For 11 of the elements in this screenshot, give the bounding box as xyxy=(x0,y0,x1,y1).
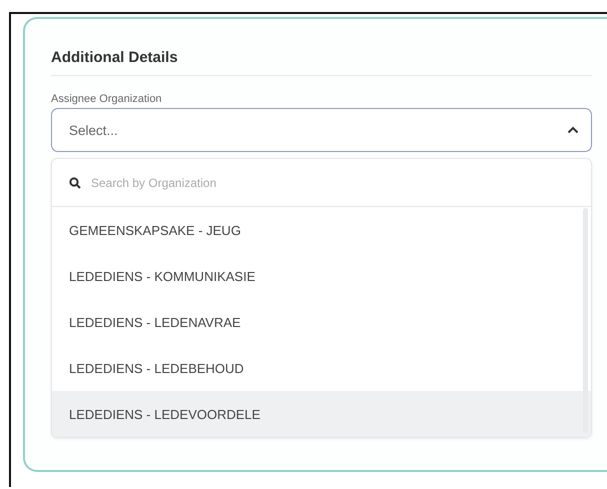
dropdown-option[interactable]: LEDEDIENS - LEDENAVRAE xyxy=(52,299,591,345)
search-icon xyxy=(69,176,81,188)
organization-select[interactable]: Select... xyxy=(51,108,592,152)
caret-icon xyxy=(567,126,579,134)
section-title: Additional Details xyxy=(51,48,179,68)
dropdown-option[interactable]: LEDEDIENS - KOMMUNIKASIE xyxy=(52,253,591,299)
dropdown-option[interactable]: GEMEENSKAPSAKE - JEUG xyxy=(52,207,591,253)
scrollbar[interactable] xyxy=(583,208,588,433)
dropdown-option[interactable]: LEDEDIENS - LEDEVOORDELE xyxy=(52,391,591,437)
dropdown-option[interactable]: LEDEDIENS - LEDEBEHOUD xyxy=(52,345,591,391)
field-label: Assignee Organization xyxy=(51,93,163,105)
